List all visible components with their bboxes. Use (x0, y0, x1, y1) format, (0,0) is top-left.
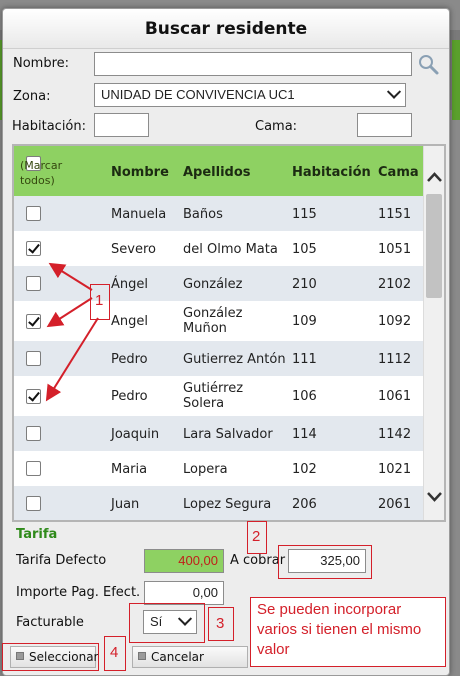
annotation-box-facturable (129, 603, 205, 643)
annotation-box-acobrar (278, 545, 372, 579)
annotation-number-1: 1 (95, 292, 104, 309)
annotation-arrows (45, 262, 99, 402)
annotation-note: Se pueden incorporar varios si tienen el… (250, 597, 446, 667)
annotation-box-seleccionar (2, 643, 99, 671)
annotation-number-3: 3 (216, 615, 225, 632)
annotation-number-4: 4 (110, 644, 119, 661)
annotation-number-2: 2 (252, 528, 261, 545)
